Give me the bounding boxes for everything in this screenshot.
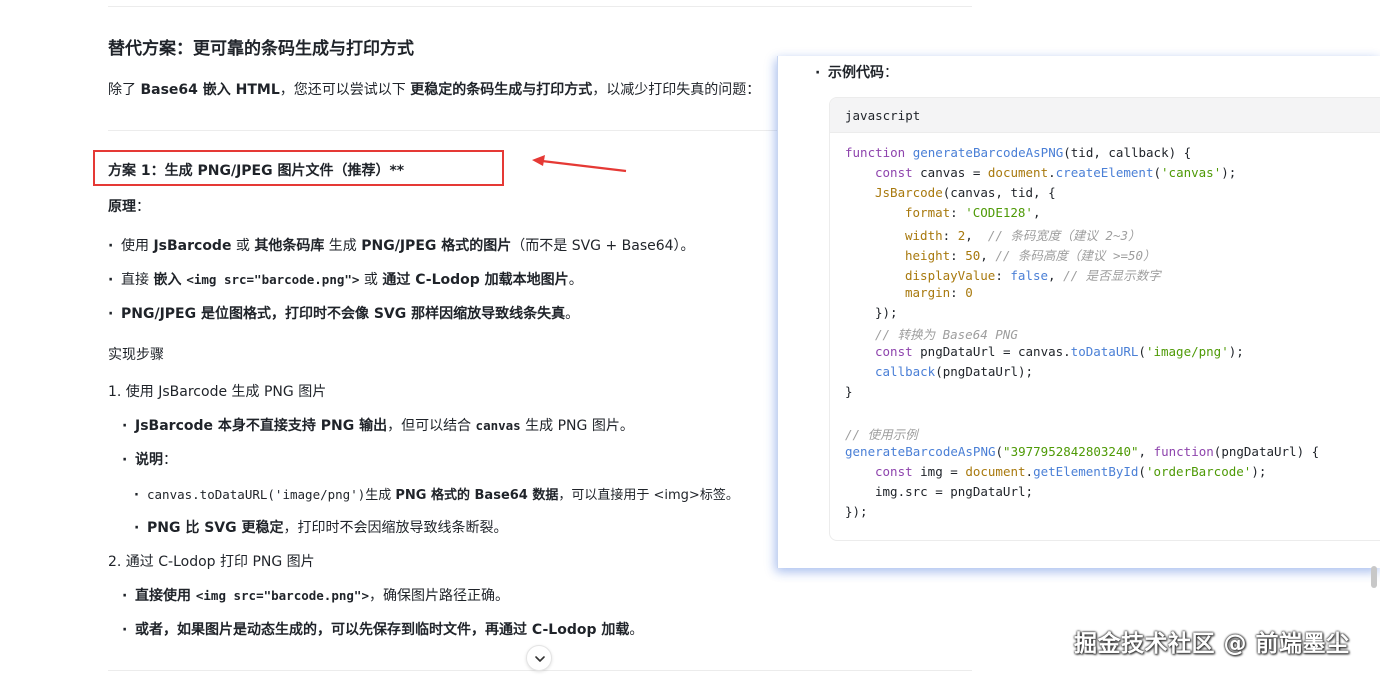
steps-label: 实现步骤	[108, 347, 164, 363]
code-panel-title: · 示例代码：	[815, 65, 898, 81]
code-line: format: 'CODE128',	[905, 205, 1041, 220]
code-line: margin: 0	[905, 285, 973, 300]
list-item: · 直接 嵌入 <img src="barcode.png"> 或 通过 C-Lo…	[108, 272, 583, 288]
list-item: · 使用 JsBarcode 或 其他条码库 生成 PNG/JPEG 格式的图片（…	[108, 238, 695, 254]
scrollbar-thumb[interactable]	[1371, 566, 1377, 588]
list-item: · JsBarcode 本身不直接支持 PNG 输出，但可以结合 canvas 生…	[122, 418, 634, 434]
code-line: img.src = pngDataUrl;	[875, 484, 1034, 499]
code-line: height: 50, // 条码高度（建议 >=50）	[905, 248, 1156, 263]
section-heading: 替代方案：更可靠的条码生成与打印方式	[108, 39, 414, 59]
watermark: 掘金技术社区 @ 前端墨尘	[1074, 631, 1350, 657]
code-line: // 转换为 Base64 PNG	[875, 327, 1018, 342]
list-item: · PNG/JPEG 是位图格式，打印时不会像 SVG 那样因缩放导致线条失真。	[108, 306, 580, 322]
code-line: function generateBarcodeAsPNG(tid, callb…	[845, 145, 1192, 160]
principle-label: 原理：	[108, 199, 150, 215]
chevron-down-icon	[535, 656, 545, 662]
list-item: · 或者，如果图片是动态生成的，可以先保存到临时文件，再通过 C-Lodop 加载…	[122, 622, 644, 638]
code-example-panel: · 示例代码： javascript function generateBarco…	[777, 56, 1380, 568]
list-item: · canvas.toDataURL('image/png')生成 PNG 格式的…	[134, 487, 739, 503]
code-line: });	[875, 305, 898, 320]
code-line: displayValue: false, // 是否显示数字	[905, 268, 1161, 283]
code-line: const pngDataUrl = canvas.toDataURL('ima…	[875, 344, 1244, 359]
scroll-down-button[interactable]	[526, 645, 552, 671]
code-line: const img = document.getElementById('ord…	[875, 464, 1267, 479]
code-line: const canvas = document.createElement('c…	[875, 165, 1237, 180]
list-item: · 说明：	[122, 452, 177, 468]
code-line: JsBarcode(canvas, tid, {	[875, 185, 1056, 200]
code-language-label: javascript	[830, 98, 1380, 133]
code-line: width: 2, // 条码宽度（建议 2~3）	[905, 228, 1141, 243]
code-line: // 使用示例	[845, 427, 918, 442]
step1-title: 1. 使用 JsBarcode 生成 PNG 图片	[108, 384, 327, 400]
list-item: · 直接使用 <img src="barcode.png">，确保图片路径正确。	[122, 588, 509, 604]
code-line: generateBarcodeAsPNG("3977952842803240",…	[845, 444, 1320, 459]
top-divider	[108, 6, 972, 7]
red-arrow-icon	[532, 155, 627, 173]
step2-title: 2. 通过 C-Lodop 打印 PNG 图片	[108, 554, 315, 570]
section-divider	[108, 130, 788, 131]
intro-paragraph: 除了 Base64 嵌入 HTML，您还可以尝试以下 更稳定的条码生成与打印方式…	[108, 82, 761, 98]
list-item: · PNG 比 SVG 更稳定，打印时不会因缩放导致线条断裂。	[134, 520, 508, 536]
code-line: });	[845, 504, 868, 519]
code-line: }	[845, 384, 853, 399]
code-line: callback(pngDataUrl);	[875, 364, 1034, 379]
option1-title: 方案 1：生成 PNG/JPEG 图片文件（推荐）**	[108, 163, 405, 179]
code-block[interactable]: javascript function generateBarcodeAsPNG…	[829, 97, 1380, 541]
